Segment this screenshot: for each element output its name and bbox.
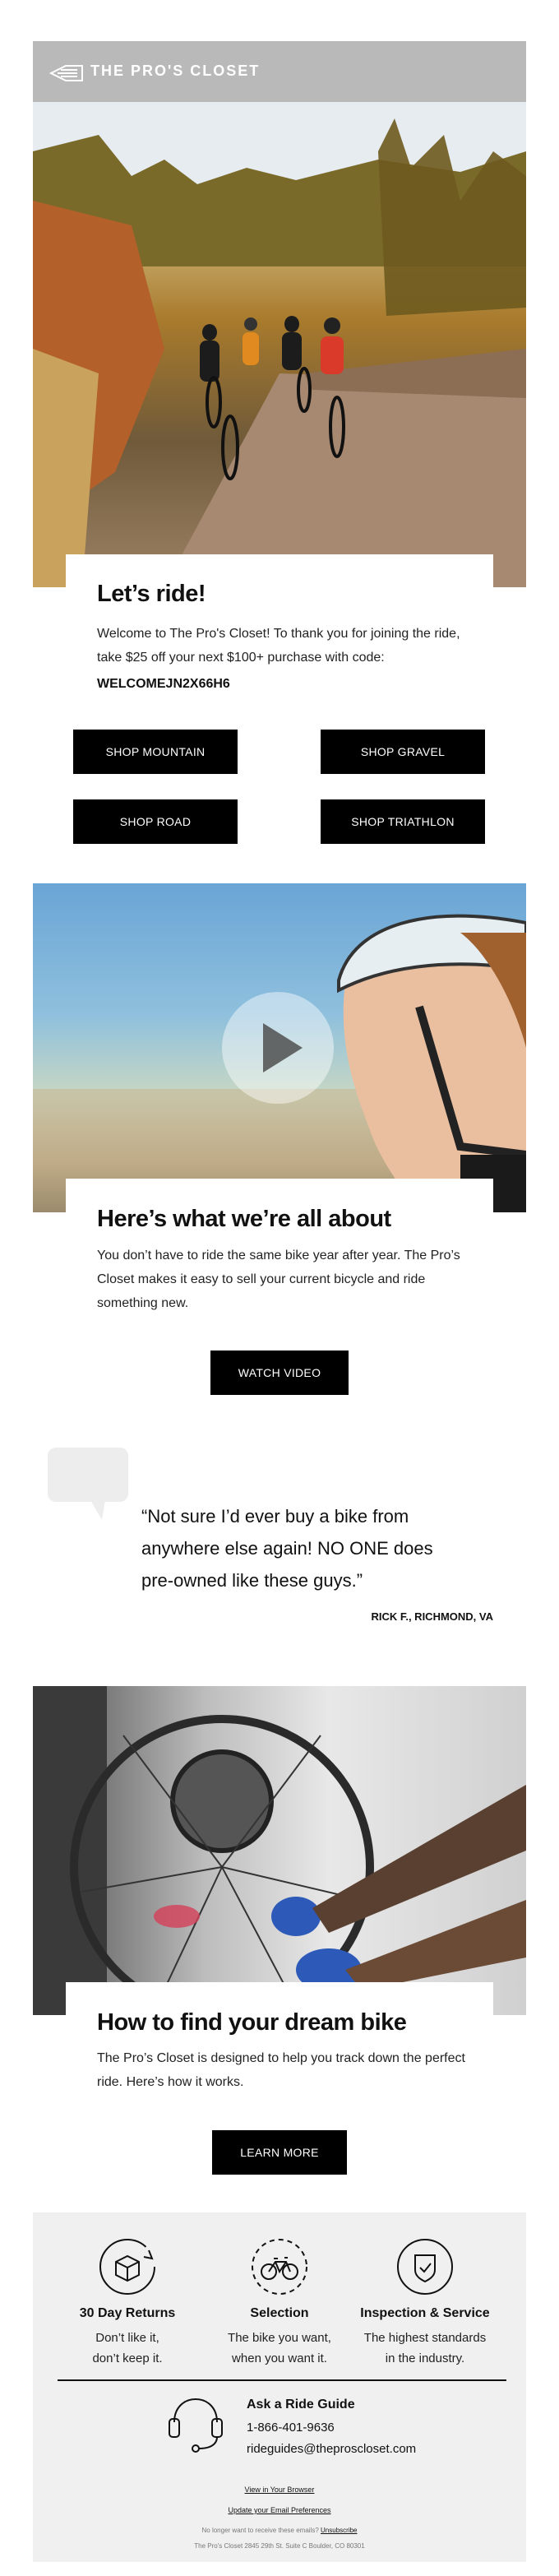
promo-code: WELCOMEJN2X66H6	[97, 677, 230, 691]
update-preferences-link[interactable]: Update your Email Preferences	[197, 2506, 362, 2514]
shop-triathlon-button[interactable]: SHOP TRIATHLON	[321, 799, 485, 844]
feature-title-selection: Selection	[250, 2306, 309, 2320]
welcome-body: Welcome to The Pro's Closet! To thank yo…	[97, 627, 460, 665]
unsubscribe-link[interactable]: Unsubscribe	[321, 2527, 357, 2534]
feature-desc-inspection-line1: The highest standards	[363, 2331, 487, 2345]
shield-check-icon	[397, 2239, 453, 2295]
shop-gravel-button[interactable]: SHOP GRAVEL	[321, 730, 485, 774]
unsubscribe-line: No longer want to receive these emails? …	[148, 2527, 411, 2534]
feature-desc-selection-line1: The bike you want,	[228, 2331, 331, 2345]
headset-icon	[169, 2398, 223, 2453]
welcome-heading: Let’s ride!	[97, 581, 206, 607]
video-thumbnail[interactable]	[33, 883, 526, 1212]
learn-more-button[interactable]: LEARN MORE	[212, 2130, 347, 2175]
about-body: You don’t have to ride the same bike yea…	[97, 1249, 460, 1310]
bike-service-image[interactable]	[33, 1686, 526, 2015]
bicycle-icon	[252, 2239, 307, 2295]
ride-guide-phone[interactable]: 1-866-401-9636	[247, 2421, 335, 2435]
ride-guide-email[interactable]: rideguides@theproscloset.com	[247, 2442, 416, 2456]
speech-bubble-icon	[48, 1448, 128, 1520]
ride-guide-title: Ask a Ride Guide	[247, 2398, 355, 2412]
feature-desc-returns-line2: don’t keep it.	[92, 2351, 163, 2365]
return-box-icon	[99, 2239, 155, 2295]
watch-video-button[interactable]: WATCH VIDEO	[210, 1351, 349, 1395]
testimonial-quote: “Not sure I’d ever buy a bike from anywh…	[141, 1506, 433, 1591]
about-heading: Here’s what we’re all about	[97, 1206, 391, 1232]
testimonial-author: RICK F., RICHMOND, VA	[371, 1610, 493, 1623]
shop-road-button[interactable]: SHOP ROAD	[73, 799, 238, 844]
dream-heading: How to find your dream bike	[97, 2009, 407, 2036]
hero-cyclists-image[interactable]	[33, 102, 526, 587]
feature-desc-returns-line1: Don’t like it,	[95, 2331, 159, 2345]
feature-desc-selection-line2: when you want it.	[232, 2351, 327, 2365]
brand-logo-text[interactable]: THE PRO'S CLOSET	[90, 63, 260, 80]
company-address: The Pro's Closet 2845 29th St. Suite C B…	[194, 2542, 365, 2550]
feature-title-returns: 30 Day Returns	[79, 2306, 176, 2320]
play-button[interactable]	[222, 992, 334, 1104]
unsubscribe-prefix: No longer want to receive these emails?	[201, 2527, 319, 2534]
brand-logo-icon[interactable]	[49, 63, 85, 84]
view-in-browser-link[interactable]: View in Your Browser	[197, 2486, 362, 2494]
play-icon	[263, 1023, 303, 1073]
shop-mountain-button[interactable]: SHOP MOUNTAIN	[73, 730, 238, 774]
feature-title-inspection: Inspection & Service	[360, 2306, 490, 2320]
dream-body: The Pro’s Closet is designed to help you…	[97, 2051, 465, 2089]
feature-desc-inspection-line2: in the industry.	[385, 2351, 465, 2365]
footer-divider	[58, 2379, 506, 2381]
